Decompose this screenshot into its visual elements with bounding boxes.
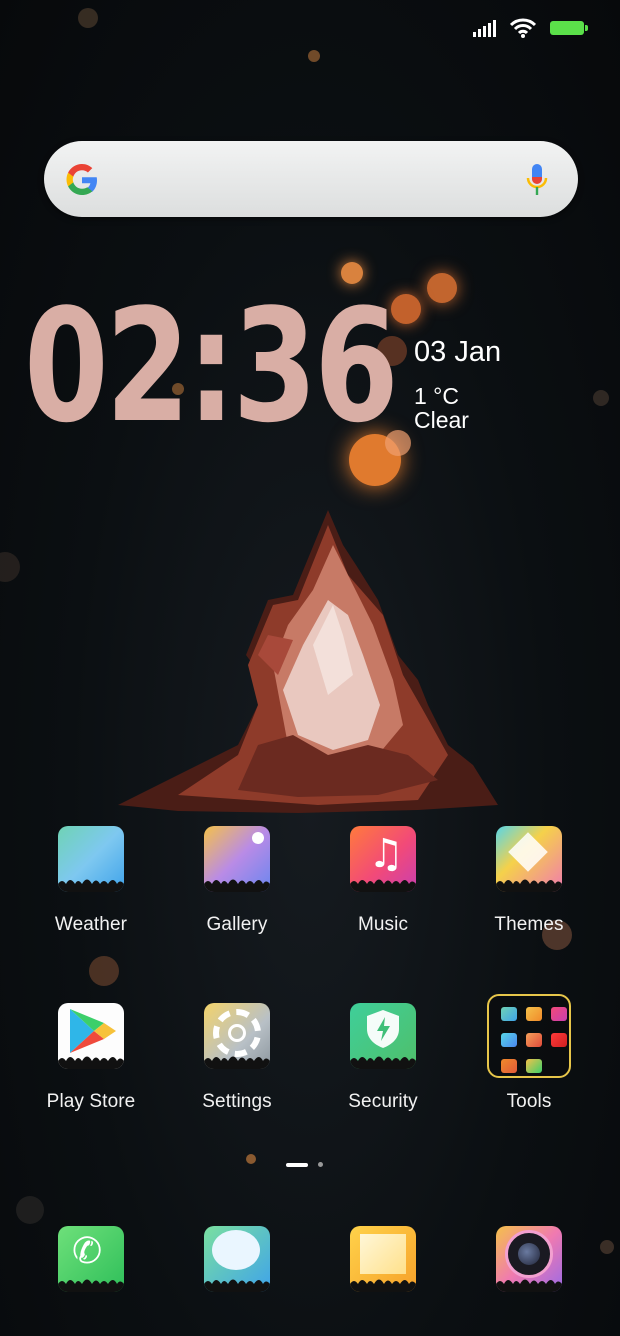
status-bar <box>473 14 588 42</box>
app-label: Play Store <box>46 1091 136 1112</box>
music-icon: ♫ <box>350 826 416 892</box>
google-logo-icon <box>66 164 97 195</box>
themes-icon <box>496 826 562 892</box>
microphone-icon[interactable] <box>526 163 548 197</box>
app-security[interactable]: Security <box>310 1003 456 1113</box>
page-dot[interactable] <box>318 1162 323 1167</box>
security-icon <box>350 1003 416 1069</box>
app-label: Settings <box>202 1091 272 1112</box>
messages-icon <box>204 1226 270 1292</box>
campfire-illustration <box>118 510 498 813</box>
signal-icon <box>473 19 496 37</box>
app-label: Tools <box>506 1091 552 1112</box>
play-store-icon <box>58 1003 124 1069</box>
dock-camera[interactable] <box>456 1226 602 1292</box>
dock-notes[interactable] <box>310 1226 456 1292</box>
wifi-icon <box>510 18 536 38</box>
gallery-icon <box>204 826 270 892</box>
phone-icon: ✆ <box>58 1226 124 1292</box>
battery-icon <box>550 21 588 35</box>
folder-icon <box>487 994 571 1078</box>
dock-messages[interactable] <box>164 1226 310 1292</box>
page-indicator[interactable] <box>286 1162 323 1167</box>
app-play-store[interactable]: Play Store <box>18 1003 164 1113</box>
app-themes[interactable]: Themes <box>456 826 602 936</box>
widget-condition: Clear <box>414 407 469 433</box>
app-label: Themes <box>494 914 564 935</box>
app-tools-folder[interactable]: Tools <box>456 994 602 1113</box>
settings-icon <box>204 1003 270 1069</box>
widget-date: 03 Jan <box>414 336 502 368</box>
clock-time[interactable]: 02:36 <box>24 286 399 446</box>
app-weather[interactable]: Weather <box>18 826 164 936</box>
camera-icon <box>496 1226 562 1292</box>
app-music[interactable]: ♫ Music <box>310 826 456 936</box>
dock-phone[interactable]: ✆ <box>18 1226 164 1292</box>
app-label: Weather <box>54 914 128 935</box>
app-label: Music <box>357 914 409 935</box>
page-dot-current[interactable] <box>286 1162 308 1167</box>
app-gallery[interactable]: Gallery <box>164 826 310 936</box>
app-label: Gallery <box>206 914 268 935</box>
app-label: Security <box>348 1091 418 1112</box>
notes-icon <box>350 1226 416 1292</box>
google-search-bar[interactable] <box>44 141 578 217</box>
app-settings[interactable]: Settings <box>164 1003 310 1113</box>
weather-icon <box>58 826 124 892</box>
widget-temperature: 1 °C <box>414 383 459 409</box>
